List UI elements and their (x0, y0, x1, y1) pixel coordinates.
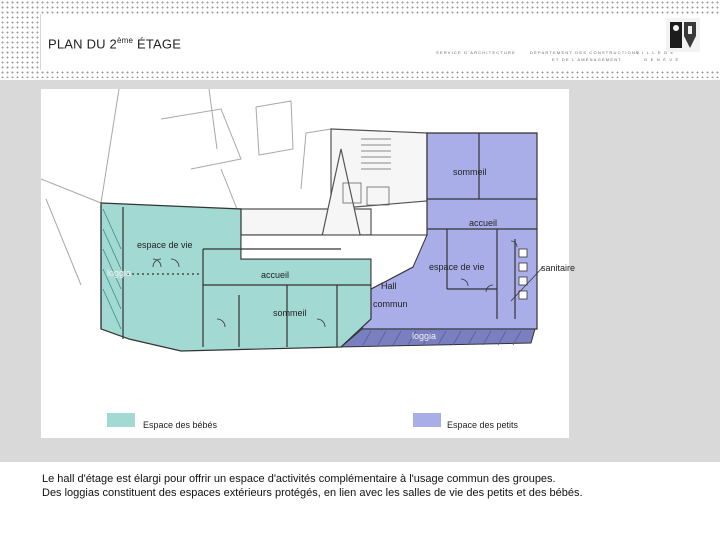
dot-pattern-top (0, 0, 720, 14)
city-crest-icon (666, 18, 700, 52)
label-sommeil-top: sommeil (453, 167, 487, 177)
label-accueil-center: accueil (261, 270, 290, 280)
floor-plan-drawing (41, 89, 544, 352)
org-city-2: G E N È V E (644, 57, 680, 62)
label-sanitaire: sanitaire (541, 263, 576, 273)
caption-text: Le hall d'étage est élargi pour offrir u… (42, 472, 583, 500)
legend-swatch-bebes (107, 413, 135, 427)
label-hall: Hall (381, 281, 397, 291)
label-espace-vie-right: espace de vie (429, 262, 485, 272)
label-commun: commun (373, 299, 408, 309)
label-loggia-bottom: loggia (412, 331, 437, 341)
legend-label-bebes: Espace des bébés (143, 420, 218, 430)
dot-pattern-bottom (0, 70, 720, 78)
label-loggia-left: loggia (107, 268, 132, 278)
legend-swatch-petits (413, 413, 441, 427)
caption-line-1: Le hall d'étage est élargi pour offrir u… (42, 473, 556, 485)
page-title: PLAN DU 2ème ÉTAGE (48, 36, 182, 52)
legend-label-petits: Espace des petits (447, 420, 519, 430)
label-accueil-right: accueil (469, 218, 498, 228)
org-department-1: DÉPARTEMENT DES CONSTRUCTIONS (530, 50, 640, 55)
org-department-2: ET DE L'AMÉNAGEMENT (552, 57, 622, 62)
org-service: SERVICE D'ARCHITECTURE (436, 50, 516, 55)
floor-plan: sommeil accueil espace de vie loggia acc… (41, 89, 575, 438)
label-espace-vie-left: espace de vie (137, 240, 193, 250)
caption-line-2: Des loggias constituent des espaces exté… (42, 487, 583, 499)
label-sommeil-bottom: sommeil (273, 308, 307, 318)
dot-pattern-left (0, 0, 40, 78)
